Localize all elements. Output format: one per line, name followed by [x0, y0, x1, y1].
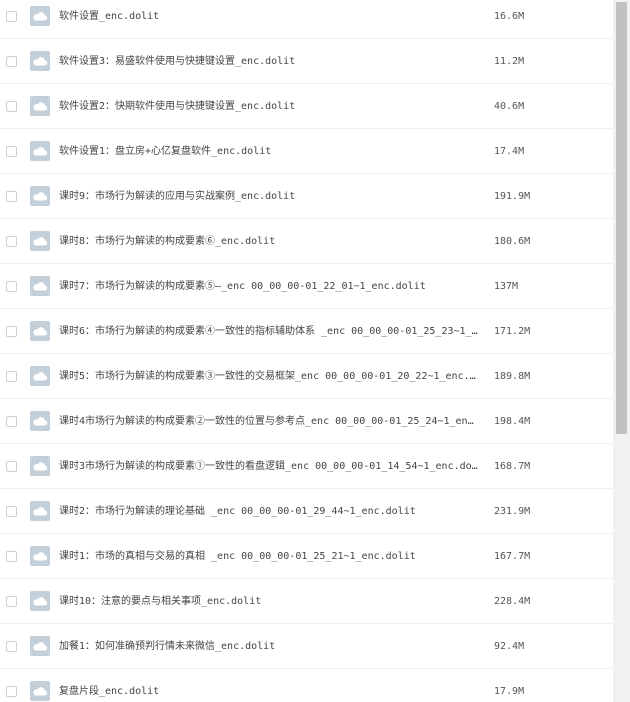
file-row[interactable]: 课时9：市场行为解读的应用与实战案例_enc.dolit 191.9M — [0, 175, 613, 219]
file-name[interactable]: 课时3市场行为解读的构成要素①一致性的看盘逻辑_enc 00_00_00-01_… — [59, 460, 479, 474]
cloud-file-icon — [30, 141, 50, 161]
file-name[interactable]: 课时7：市场行为解读的构成要素⑤—_enc 00_00_00-01_22_01~… — [59, 280, 479, 294]
file-name[interactable]: 软件设置3：易盛软件使用与快捷键设置_enc.dolit — [59, 55, 479, 69]
file-size: 180.6M — [494, 236, 531, 247]
file-row[interactable]: 软件设置_enc.dolit 16.6M — [0, 0, 613, 39]
file-row[interactable]: 软件设置1：盘立房+心亿复盘软件_enc.dolit 17.4M — [0, 130, 613, 174]
file-row[interactable]: 软件设置2：快期软件使用与快捷键设置_enc.dolit 40.6M — [0, 85, 613, 129]
row-checkbox[interactable] — [6, 641, 17, 652]
file-name[interactable]: 复盘片段_enc.dolit — [59, 685, 479, 699]
scrollbar-track[interactable] — [613, 0, 630, 702]
row-checkbox[interactable] — [6, 506, 17, 517]
file-name[interactable]: 软件设置2：快期软件使用与快捷键设置_enc.dolit — [59, 100, 479, 114]
file-size: 92.4M — [494, 641, 525, 652]
file-size: 228.4M — [494, 596, 531, 607]
file-name[interactable]: 课时4市场行为解读的构成要素②一致性的位置与参考点_enc 00_00_00-0… — [59, 415, 479, 429]
row-checkbox[interactable] — [6, 686, 17, 697]
row-checkbox[interactable] — [6, 101, 17, 112]
file-row[interactable]: 课时8：市场行为解读的构成要素⑥_enc.dolit 180.6M — [0, 220, 613, 264]
file-row[interactable]: 课时2：市场行为解读的理论基础 _enc 00_00_00-01_29_44~1… — [0, 490, 613, 534]
file-size: 167.7M — [494, 551, 531, 562]
file-row[interactable]: 复盘片段_enc.dolit 17.9M — [0, 670, 613, 702]
cloud-file-icon — [30, 6, 50, 26]
file-name[interactable]: 软件设置1：盘立房+心亿复盘软件_enc.dolit — [59, 145, 479, 159]
file-name[interactable]: 课时9：市场行为解读的应用与实战案例_enc.dolit — [59, 190, 479, 204]
file-size: 189.8M — [494, 371, 531, 382]
file-row[interactable]: 课时4市场行为解读的构成要素②一致性的位置与参考点_enc 00_00_00-0… — [0, 400, 613, 444]
file-name[interactable]: 课时1：市场的真相与交易的真相 _enc 00_00_00-01_25_21~1… — [59, 550, 479, 564]
cloud-file-icon — [30, 636, 50, 656]
file-size: 11.2M — [494, 56, 525, 67]
file-size: 231.9M — [494, 506, 531, 517]
file-size: 191.9M — [494, 191, 531, 202]
file-row[interactable]: 课时1：市场的真相与交易的真相 _enc 00_00_00-01_25_21~1… — [0, 535, 613, 579]
file-name[interactable]: 加餐1：如何准确预判行情未来微信_enc.dolit — [59, 640, 479, 654]
file-row[interactable]: 软件设置3：易盛软件使用与快捷键设置_enc.dolit 11.2M — [0, 40, 613, 84]
file-list: 软件设置_enc.dolit 16.6M 软件设置3：易盛软件使用与快捷键设置_en… — [0, 0, 613, 702]
file-row[interactable]: 加餐1：如何准确预判行情未来微信_enc.dolit 92.4M — [0, 625, 613, 669]
file-size: 168.7M — [494, 461, 531, 472]
row-checkbox[interactable] — [6, 416, 17, 427]
file-size: 17.9M — [494, 686, 525, 697]
cloud-file-icon — [30, 231, 50, 251]
cloud-file-icon — [30, 51, 50, 71]
row-checkbox[interactable] — [6, 146, 17, 157]
cloud-file-icon — [30, 366, 50, 386]
file-size: 17.4M — [494, 146, 525, 157]
cloud-file-icon — [30, 186, 50, 206]
row-checkbox[interactable] — [6, 461, 17, 472]
row-checkbox[interactable] — [6, 11, 17, 22]
file-name[interactable]: 课时6：市场行为解读的构成要素④一致性的指标辅助体系 _enc 00_00_00… — [59, 325, 479, 339]
file-row[interactable]: 课时5：市场行为解读的构成要素③一致性的交易框架_enc 00_00_00-01… — [0, 355, 613, 399]
file-name[interactable]: 软件设置_enc.dolit — [59, 10, 479, 24]
file-name[interactable]: 课时2：市场行为解读的理论基础 _enc 00_00_00-01_29_44~1… — [59, 505, 479, 519]
file-size: 171.2M — [494, 326, 531, 337]
cloud-file-icon — [30, 411, 50, 431]
file-name[interactable]: 课时8：市场行为解读的构成要素⑥_enc.dolit — [59, 235, 479, 249]
cloud-file-icon — [30, 501, 50, 521]
cloud-file-icon — [30, 321, 50, 341]
row-checkbox[interactable] — [6, 281, 17, 292]
file-size: 198.4M — [494, 416, 531, 427]
cloud-file-icon — [30, 591, 50, 611]
cloud-file-icon — [30, 546, 50, 566]
file-row[interactable]: 课时3市场行为解读的构成要素①一致性的看盘逻辑_enc 00_00_00-01_… — [0, 445, 613, 489]
cloud-file-icon — [30, 276, 50, 296]
row-checkbox[interactable] — [6, 236, 17, 247]
row-checkbox[interactable] — [6, 191, 17, 202]
row-checkbox[interactable] — [6, 551, 17, 562]
row-checkbox[interactable] — [6, 596, 17, 607]
cloud-file-icon — [30, 681, 50, 701]
cloud-file-icon — [30, 456, 50, 476]
scrollbar-thumb[interactable] — [616, 2, 627, 434]
file-row[interactable]: 课时6：市场行为解读的构成要素④一致性的指标辅助体系 _enc 00_00_00… — [0, 310, 613, 354]
file-size: 40.6M — [494, 101, 525, 112]
file-row[interactable]: 课时10：注意的要点与相关事项_enc.dolit 228.4M — [0, 580, 613, 624]
file-size: 16.6M — [494, 11, 525, 22]
file-size: 137M — [494, 281, 519, 292]
file-name[interactable]: 课时5：市场行为解读的构成要素③一致性的交易框架_enc 00_00_00-01… — [59, 370, 479, 384]
file-name[interactable]: 课时10：注意的要点与相关事项_enc.dolit — [59, 595, 479, 609]
cloud-file-icon — [30, 96, 50, 116]
file-row[interactable]: 课时7：市场行为解读的构成要素⑤—_enc 00_00_00-01_22_01~… — [0, 265, 613, 309]
row-checkbox[interactable] — [6, 371, 17, 382]
row-checkbox[interactable] — [6, 326, 17, 337]
row-checkbox[interactable] — [6, 56, 17, 67]
